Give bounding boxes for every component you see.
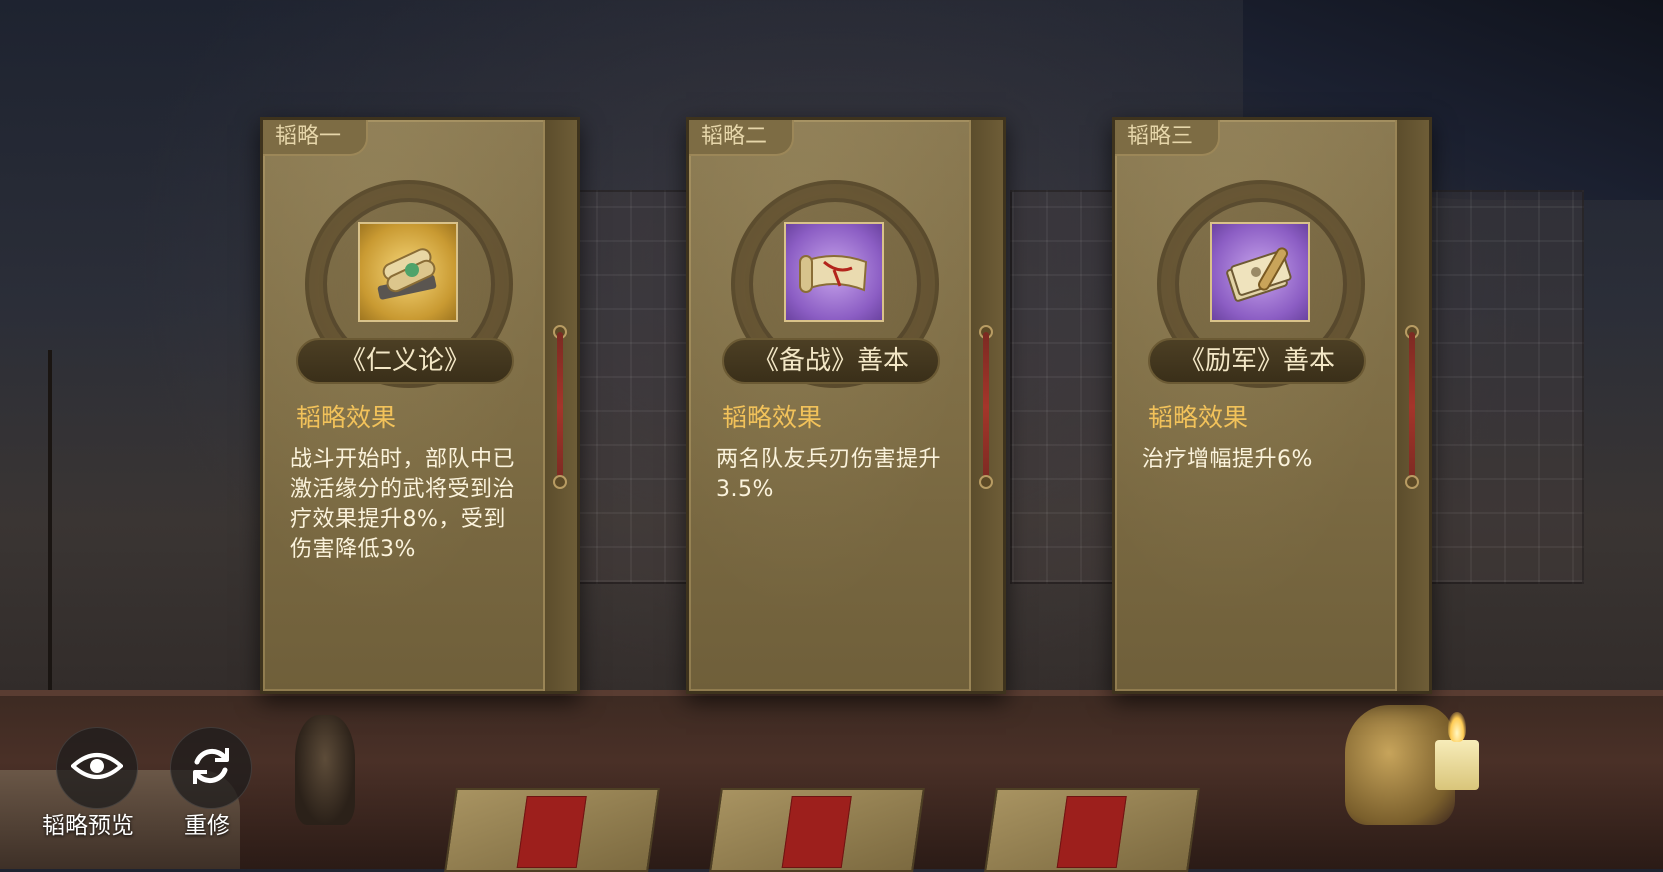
book-scroll-icon[interactable] <box>1210 222 1310 322</box>
rail-knob-bottom <box>553 475 567 489</box>
reforge-label[interactable]: 重修 <box>184 806 230 840</box>
effect-description: 两名队友兵刃伤害提升3.5% <box>716 447 942 502</box>
card-tab-label: 韬略一 <box>263 120 368 156</box>
candle <box>1435 740 1479 790</box>
effect-description: 战斗开始时，部队中已激活缘分的武将受到治疗效果提升8%，受到伤害降低3% <box>290 447 516 562</box>
book-seal <box>516 796 587 868</box>
desk-book <box>984 788 1200 872</box>
desk-book <box>709 788 925 872</box>
book-seal <box>781 796 852 868</box>
card-tab-label: 韬略二 <box>689 120 794 156</box>
rail-knob-bottom <box>979 475 993 489</box>
book-seal <box>1056 796 1127 868</box>
strategy-card-2[interactable]: 韬略二 《备战》善本 韬略效果 两名队友兵刃伤害提升3.5% <box>686 117 1006 694</box>
effect-title: 韬略效果 <box>296 403 397 432</box>
strategy-name: 《励军》善本 <box>1148 338 1366 384</box>
strategy-name: 《备战》善本 <box>722 338 940 384</box>
scroll-bundle-icon[interactable] <box>358 222 458 322</box>
open-scroll-icon[interactable] <box>784 222 884 322</box>
rail-red-bar <box>1409 332 1415 482</box>
refresh-icon <box>187 742 235 794</box>
rail-red-bar <box>557 332 563 482</box>
candle-flame <box>1448 712 1466 742</box>
strategy-preview-label[interactable]: 韬略预览 <box>42 806 134 840</box>
strategy-card-3[interactable]: 韬略三 《励军》善本 韬略效果 治疗增幅提升6% <box>1112 117 1432 694</box>
strategy-preview-button[interactable] <box>56 727 138 809</box>
desk-book <box>444 788 660 872</box>
incense-burner <box>295 715 355 825</box>
strategy-card-1[interactable]: 韬略一 《仁义论》 韬略效果 战斗开始时，部队中已激活缘分的武将受到治疗效果提升… <box>260 117 580 694</box>
effect-title: 韬略效果 <box>1148 403 1249 432</box>
strategy-name: 《仁义论》 <box>296 338 514 384</box>
background-candelabra <box>48 350 52 690</box>
effect-description: 治疗增幅提升6% <box>1142 447 1313 472</box>
card-tab-label: 韬略三 <box>1115 120 1220 156</box>
rail-knob-bottom <box>1405 475 1419 489</box>
reforge-button[interactable] <box>170 727 252 809</box>
effect-title: 韬略效果 <box>722 403 823 432</box>
eye-icon <box>70 750 124 786</box>
rail-red-bar <box>983 332 989 482</box>
